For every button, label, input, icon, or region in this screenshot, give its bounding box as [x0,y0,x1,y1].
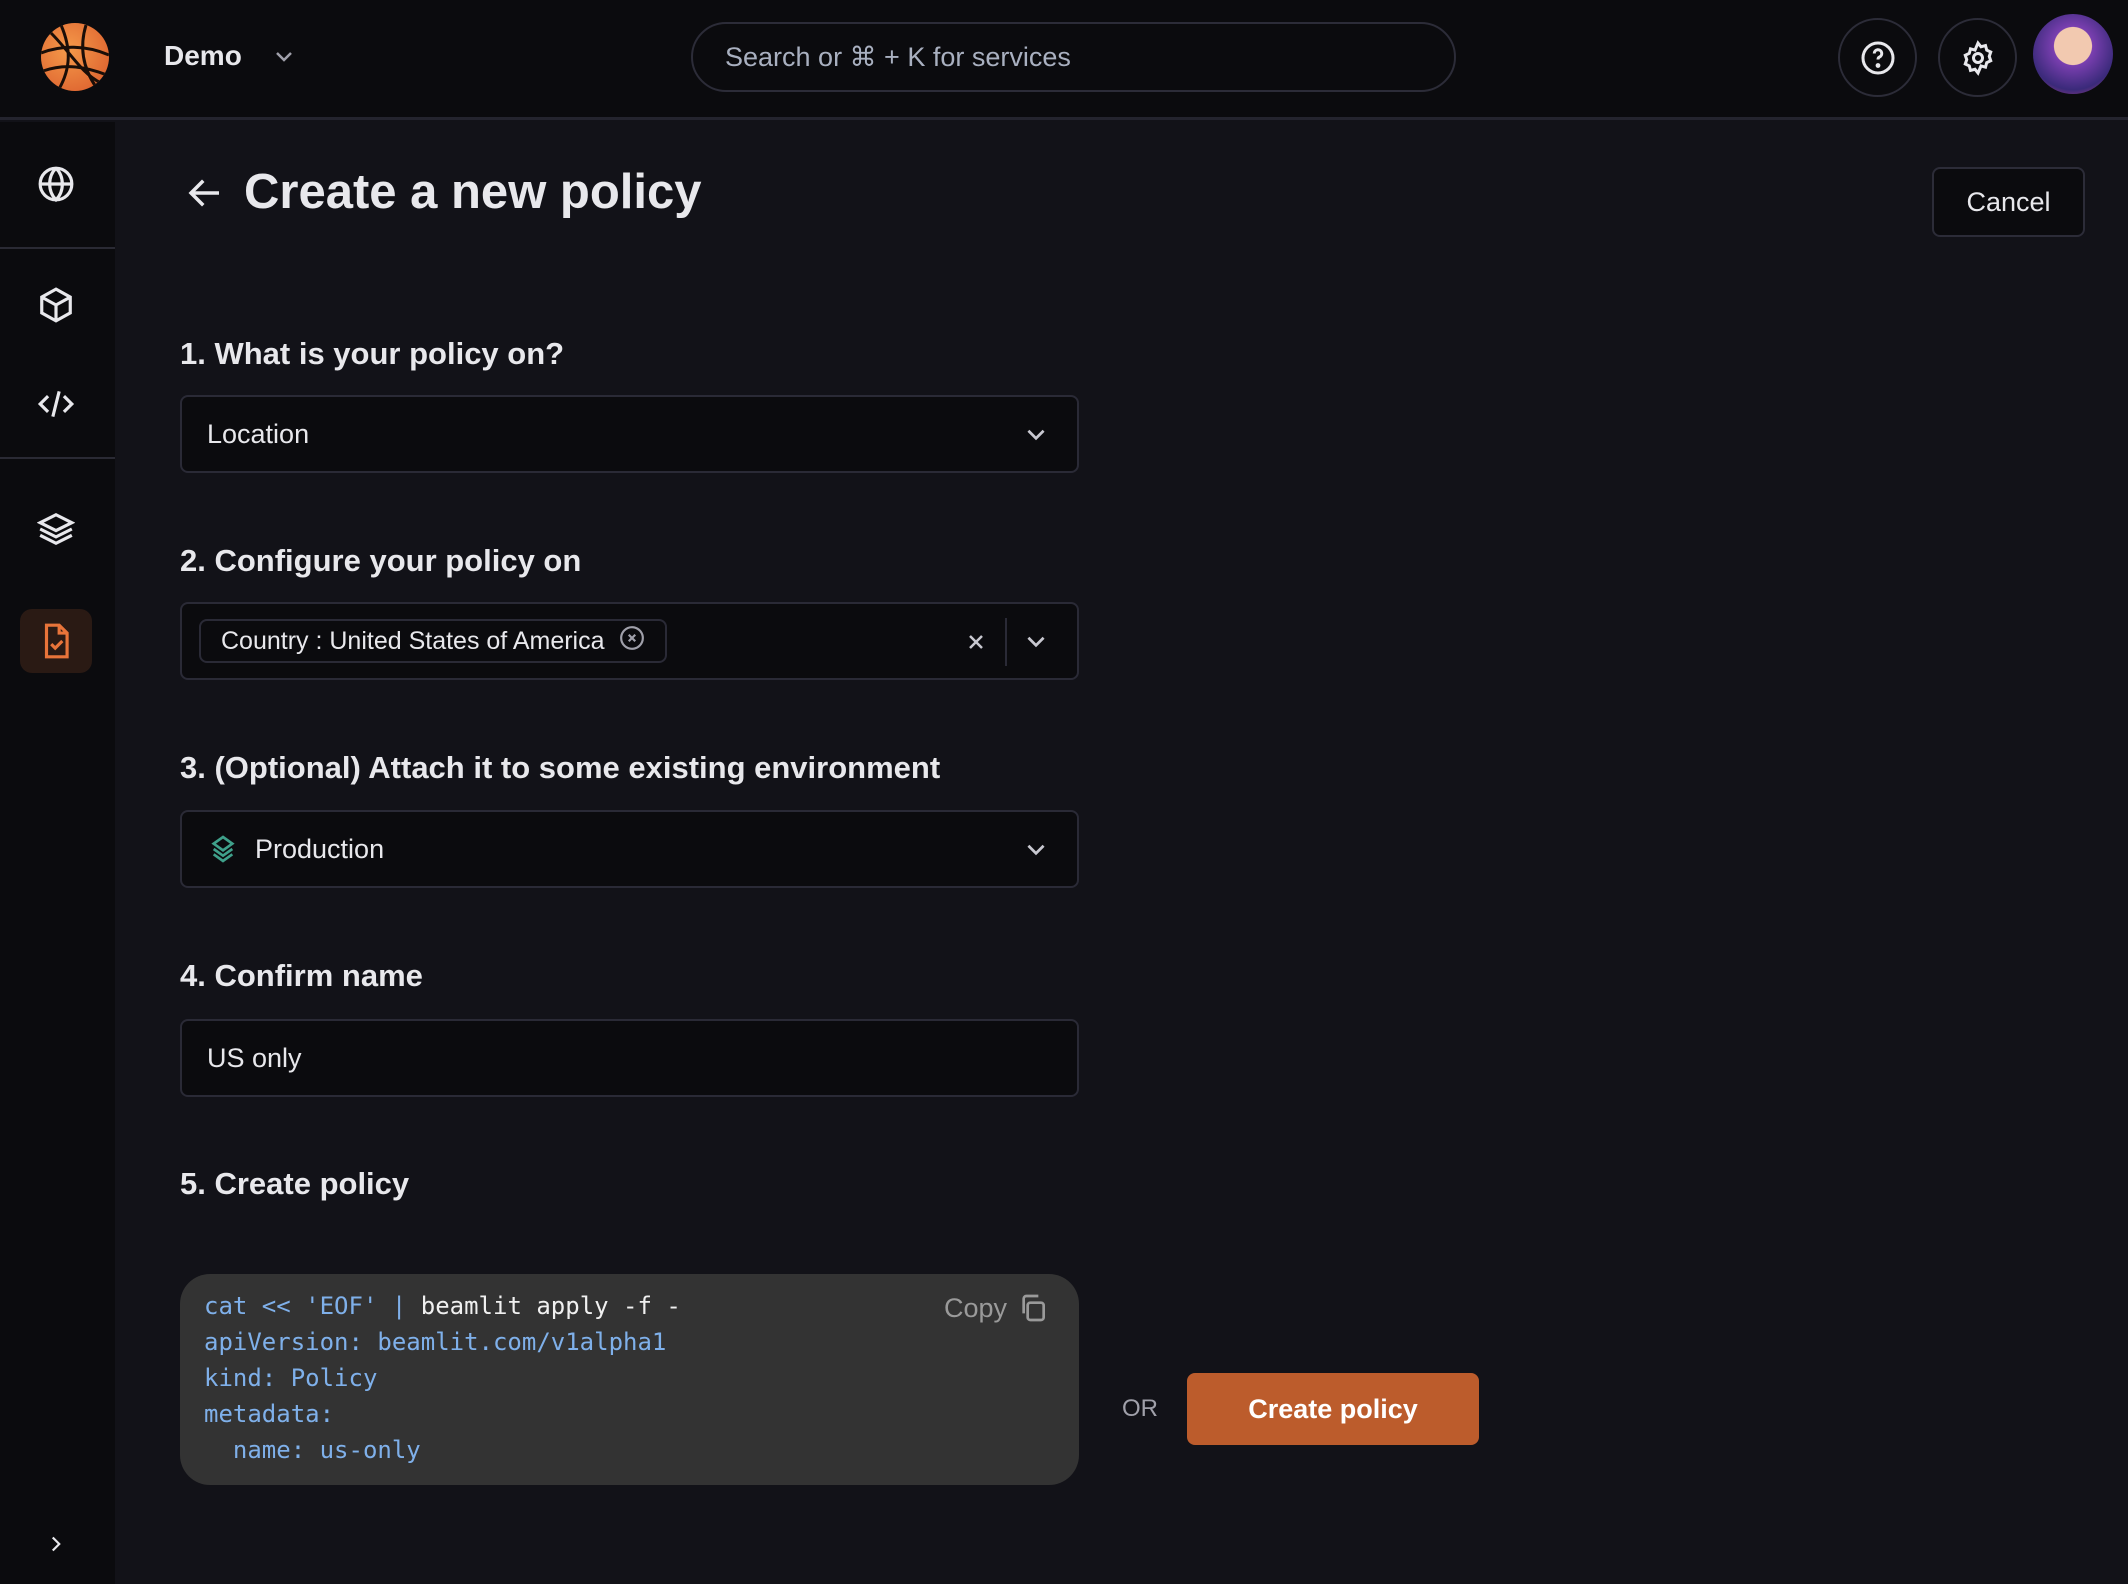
step1-heading: 1. What is your policy on? [180,336,565,371]
code-line-command: beamlit apply -f - [420,1292,681,1320]
policy-name-input[interactable]: US only [180,1019,1079,1097]
chevron-down-icon [1023,421,1049,447]
settings-button[interactable] [1938,18,2017,97]
copy-icon [1022,1294,1045,1322]
workspace-chevron-down-icon[interactable] [272,44,296,73]
policy-config-multiselect[interactable]: Country : United States of America [180,602,1079,680]
layers-icon [37,512,75,546]
policy-name-value: US only [207,1042,302,1073]
environment-value: Production [255,833,385,864]
help-icon [1861,41,1894,74]
sidebar-item-code[interactable] [20,372,92,436]
policy-icon [44,623,69,659]
sidebar [0,122,115,1584]
or-label: OR [1122,1395,1158,1422]
create-policy-label: Create policy [1248,1393,1418,1424]
copy-button[interactable]: Copy [944,1290,1049,1326]
sidebar-item-cube[interactable] [20,273,92,337]
top-bar: Demo Search or ⌘ + K for services [0,0,2128,120]
step5-heading: 5. Create policy [180,1166,410,1201]
sidebar-item-layers[interactable] [20,497,92,561]
create-policy-button[interactable]: Create policy [1187,1373,1479,1445]
code-line: kind: Policy [204,1364,378,1392]
clear-icon[interactable] [964,630,988,661]
logo[interactable] [41,23,109,91]
avatar[interactable] [2033,14,2113,94]
divider [1005,618,1007,666]
selected-chip: Country : United States of America [199,619,667,663]
code-icon [37,390,75,418]
layers-icon [207,832,239,866]
cube-icon [40,287,72,323]
page-title: Create a new policy [244,165,702,219]
cancel-label: Cancel [1966,186,2051,217]
chevron-down-icon [1023,836,1049,862]
copy-label: Copy [943,1293,1007,1323]
step4-heading: 4. Confirm name [180,958,423,993]
workspace-name[interactable]: Demo [164,40,242,72]
step3-heading: 3. (Optional) Attach it to some existing… [180,750,941,785]
search-input[interactable]: Search or ⌘ + K for services [691,22,1456,92]
sidebar-expand-chevron-right-icon[interactable] [20,1512,92,1576]
sidebar-divider [0,247,115,249]
chevron-down-icon[interactable] [1023,628,1049,654]
search-placeholder: Search or ⌘ + K for services [725,41,1071,72]
code-line: apiVersion: beamlit.com/v1alpha1 [204,1328,667,1356]
code-line: cat << 'EOF' | [204,1292,421,1320]
code-line: name: us-only [204,1436,421,1464]
sidebar-item-policies[interactable] [20,609,92,673]
policy-type-select[interactable]: Location [180,395,1079,473]
step2-heading: 2. Configure your policy on [180,543,582,578]
sidebar-divider [0,457,115,459]
environment-select[interactable]: Production [180,810,1079,888]
gear-icon [1962,39,1993,76]
globe-icon [38,166,74,203]
chip-label: Country : United States of America [221,626,605,655]
help-button[interactable] [1838,18,1917,97]
back-arrow-icon[interactable] [184,172,226,219]
chip-remove-icon[interactable] [619,625,645,658]
cancel-button[interactable]: Cancel [1932,167,2085,237]
code-line: metadata: [204,1400,335,1428]
code-block: cat << 'EOF' | beamlit apply -f - apiVers… [180,1274,1079,1485]
policy-type-value: Location [207,418,310,449]
sidebar-item-globe[interactable] [20,152,92,216]
